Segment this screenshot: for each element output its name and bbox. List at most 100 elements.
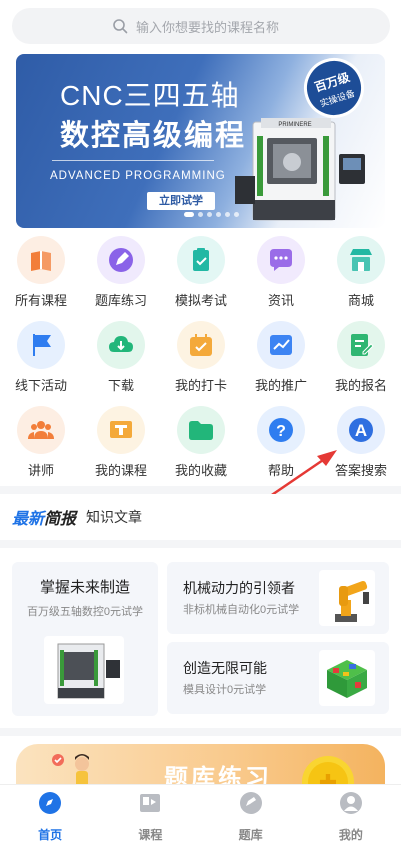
menu-item-question[interactable]: ? 帮助	[241, 404, 321, 480]
pagination-dot[interactable]	[184, 212, 194, 217]
question-bank-icon	[239, 792, 262, 814]
course-board-icon	[97, 406, 145, 454]
tab-label: 我的	[338, 828, 363, 841]
news-subtitle[interactable]: 知识文章	[86, 507, 142, 527]
course-cards: 掌握未来制造 百万级五轴数控0元试学 机械动力的引领者 非标机械自动化0元试学 …	[0, 548, 401, 728]
tab-compass[interactable]: 首页	[0, 785, 100, 841]
svg-text:A: A	[355, 421, 367, 440]
card-subtitle: 非标机械自动化0元试学	[183, 604, 300, 616]
course-card-five-axis[interactable]: 掌握未来制造 百万级五轴数控0元试学	[12, 562, 158, 716]
team-icon	[17, 406, 65, 454]
menu-item-pencil[interactable]: 题库练习	[81, 234, 161, 310]
pagination-dot[interactable]	[234, 212, 239, 217]
menu-item-label: 讲师	[27, 463, 54, 478]
banner-title-line1: CNC三四五轴	[60, 80, 240, 111]
pencil-icon	[97, 236, 145, 284]
pagination-dot[interactable]	[225, 212, 230, 217]
promo-title: 题库练习	[164, 765, 272, 784]
menu-item-book[interactable]: 所有课程	[1, 234, 81, 310]
menu-item-label: 下载	[107, 378, 134, 393]
banner-trial-button[interactable]: 立即试学	[147, 192, 215, 210]
pagination-dot[interactable]	[216, 212, 221, 217]
menu-item-label: 题库练习	[94, 293, 147, 308]
menu-item-label: 我的推广	[254, 378, 307, 393]
menu-item-team[interactable]: 讲师	[1, 404, 81, 480]
menu-item-checklist[interactable]: 模拟考试	[161, 234, 241, 310]
chat-bubble-icon	[257, 236, 305, 284]
tab-question-bank[interactable]: 题库	[201, 785, 301, 841]
question-bank-promo[interactable]: 题库练习 ✚	[16, 744, 385, 784]
menu-item-label: 资讯	[267, 293, 294, 308]
robot-arm-thumbnail	[319, 570, 375, 626]
tab-label: 课程	[138, 828, 163, 841]
course-card-automation[interactable]: 机械动力的引领者 非标机械自动化0元试学	[167, 562, 389, 634]
menu-item-chat-bubble[interactable]: 资讯	[241, 234, 321, 310]
calendar-check-icon	[177, 321, 225, 369]
menu-item-trend-chart[interactable]: 我的推广	[241, 319, 321, 395]
user-icon	[339, 792, 362, 814]
tab-user[interactable]: 我的	[301, 785, 401, 841]
letter-a-icon: A	[337, 406, 385, 454]
svg-text:✚: ✚	[319, 770, 337, 784]
card-title: 创造无限可能	[183, 660, 267, 676]
menu-item-flag[interactable]: 线下活动	[1, 319, 81, 395]
tab-label: 首页	[38, 828, 63, 841]
card-title: 机械动力的引领者	[183, 580, 295, 596]
student-illustration	[52, 754, 89, 784]
banner-section: CNC三四五轴 数控高级编程 ADVANCED PROGRAMMING 立即试学…	[0, 52, 401, 232]
banner-pagination	[184, 212, 239, 217]
pagination-dot[interactable]	[207, 212, 212, 217]
tab-video[interactable]: 课程	[100, 785, 200, 841]
compass-icon	[39, 792, 62, 814]
edit-form-icon	[337, 321, 385, 369]
menu-item-folder[interactable]: 我的收藏	[161, 404, 241, 480]
menu-item-download-cloud[interactable]: 下载	[81, 319, 161, 395]
trend-chart-icon	[257, 321, 305, 369]
news-header: 最新简报 知识文章	[0, 494, 401, 540]
search-input[interactable]: 输入你想要找的课程名称	[12, 8, 390, 44]
menu-item-label: 答案搜索	[334, 463, 387, 478]
coin-icon: ✚	[302, 756, 354, 784]
question-icon: ?	[257, 406, 305, 454]
tab-label: 题库	[238, 828, 263, 841]
menu-item-label: 帮助	[267, 463, 294, 478]
search-icon	[113, 19, 128, 34]
search-section: 输入你想要找的课程名称	[0, 0, 401, 52]
menu-item-label: 我的收藏	[174, 463, 227, 478]
feature-menu-grid: 所有课程 题库练习 模拟考试 资讯 商城线下活动 下载 我的打卡 我的推广 我的报名讲师 我的课程…	[0, 232, 401, 486]
menu-item-shop[interactable]: 商城	[321, 234, 401, 310]
pagination-dot[interactable]	[198, 212, 203, 217]
menu-item-label: 模拟考试	[174, 293, 227, 308]
menu-item-calendar-check[interactable]: 我的打卡	[161, 319, 241, 395]
menu-item-label: 我的课程	[94, 463, 147, 478]
course-card-mold-design[interactable]: 创造无限可能 模具设计0元试学	[167, 642, 389, 714]
menu-item-label: 我的打卡	[174, 378, 227, 393]
menu-item-letter-a[interactable]: A 答案搜索	[321, 404, 401, 480]
shop-icon	[337, 236, 385, 284]
menu-item-edit-form[interactable]: 我的报名	[321, 319, 401, 395]
folder-icon	[177, 406, 225, 454]
menu-item-course-board[interactable]: 我的课程	[81, 404, 161, 480]
machine-brand-label: PRIMINERE	[278, 122, 311, 128]
menu-item-label: 商城	[347, 293, 374, 308]
mold-thumbnail	[319, 650, 375, 706]
menu-item-label: 我的报名	[334, 378, 387, 393]
flag-icon	[17, 321, 65, 369]
video-icon	[140, 794, 161, 812]
search-placeholder: 输入你想要找的课程名称	[136, 19, 280, 35]
promo-banner[interactable]: CNC三四五轴 数控高级编程 ADVANCED PROGRAMMING 立即试学…	[16, 54, 385, 228]
card-subtitle: 模具设计0元试学	[183, 684, 267, 696]
news-logo-part2: 简报	[44, 511, 77, 528]
card-subtitle: 百万级五轴数控0元试学	[26, 606, 144, 618]
menu-item-label: 所有课程	[14, 293, 67, 308]
news-logo-part1: 最新	[12, 511, 45, 528]
cnc-machine-thumbnail	[44, 636, 124, 704]
checklist-icon	[177, 236, 225, 284]
svg-text:?: ?	[276, 423, 286, 440]
card-title: 掌握未来制造	[39, 579, 130, 596]
menu-item-label: 线下活动	[14, 378, 67, 393]
banner-subtitle: ADVANCED PROGRAMMING	[50, 170, 226, 182]
banner-title-line2: 数控高级编程	[60, 120, 247, 152]
download-cloud-icon	[97, 321, 145, 369]
bottom-tab-bar: 首页 课程 题库 我的	[0, 784, 401, 841]
